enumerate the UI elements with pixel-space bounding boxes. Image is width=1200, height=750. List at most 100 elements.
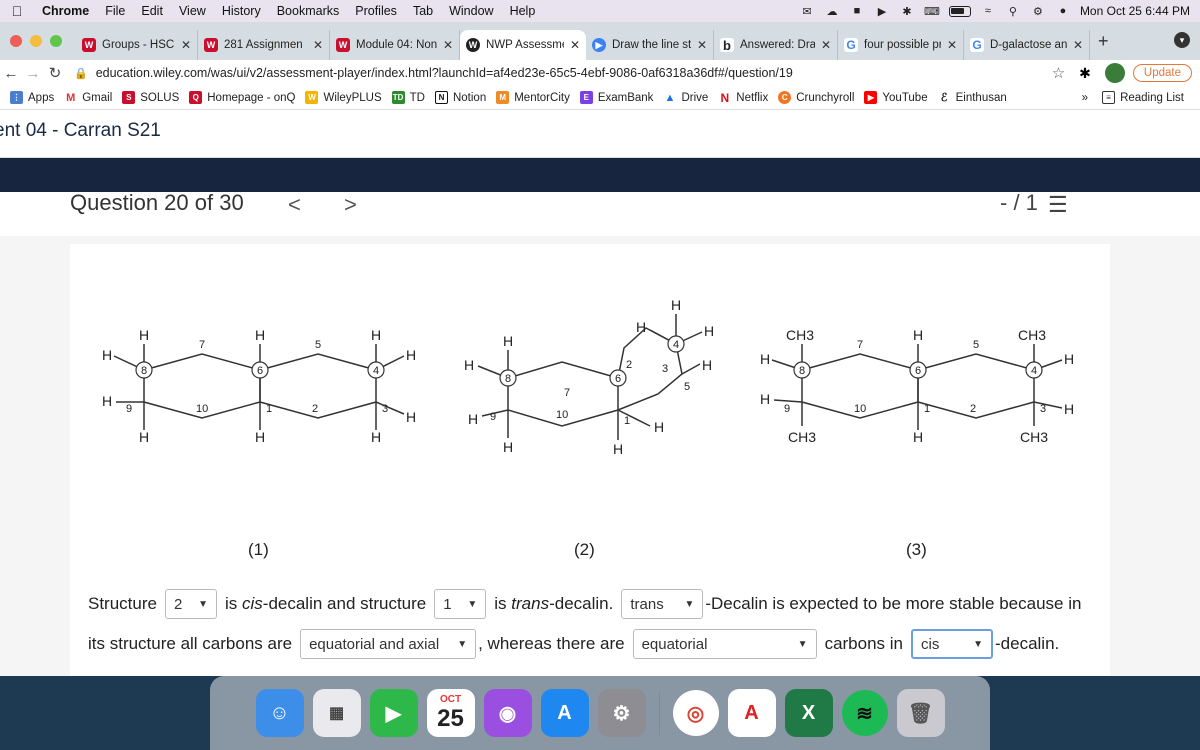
bookmark-mentorcity[interactable]: M MentorCity	[496, 91, 570, 104]
address-bar[interactable]: 🔒 education.wiley.com/was/ui/v2/assessme…	[74, 66, 1052, 80]
calendar-icon[interactable]: OCT 25	[426, 689, 475, 737]
launchpad-icon[interactable]: ▦	[312, 689, 361, 737]
spotlight-search-icon[interactable]: ⚲	[1005, 5, 1021, 18]
close-tab-icon[interactable]: ✕	[947, 38, 957, 52]
chrome-icon[interactable]: ◎	[672, 690, 719, 736]
tab-search-icon[interactable]: ▾	[1174, 32, 1190, 48]
close-tab-icon[interactable]: ✕	[570, 38, 580, 52]
control-center-icon[interactable]: ⚙	[1030, 5, 1046, 18]
bluetooth-icon[interactable]: ✱	[899, 5, 915, 18]
bookmark-einthusan[interactable]: ℰ Einthusan	[937, 91, 1007, 104]
chevron-down-icon: ▼	[797, 638, 808, 650]
close-window-button[interactable]	[10, 35, 22, 47]
tab-nwp-assessment[interactable]: W NWP Assessme ✕	[460, 30, 586, 60]
tab-module-04[interactable]: W Module 04: Non ✕	[330, 30, 460, 60]
bookmark-label: Homepage - onQ	[207, 91, 296, 104]
trash-icon[interactable]: 🗑	[896, 689, 945, 737]
bookmark-td[interactable]: TD TD	[391, 91, 425, 104]
bookmark-solus[interactable]: S SOLUS	[122, 91, 179, 104]
menu-edit[interactable]: Edit	[133, 4, 171, 18]
menu-tab[interactable]: Tab	[405, 4, 441, 18]
next-question-button[interactable]: >	[344, 192, 357, 218]
extensions-puzzle-icon[interactable]: ✱	[1079, 65, 1091, 82]
cloud-icon[interactable]: ☁	[824, 5, 840, 18]
zoom-window-button[interactable]	[50, 35, 62, 47]
h-label: H	[671, 297, 681, 313]
close-tab-icon[interactable]: ✕	[313, 38, 323, 52]
stable-carbon-position-select[interactable]: equatorial and axial ▼	[300, 629, 477, 659]
siri-icon[interactable]: ●	[1055, 5, 1071, 17]
battery-icon[interactable]	[948, 5, 971, 17]
bookmark-netflix[interactable]: N Netflix	[718, 91, 768, 105]
app-store-icon[interactable]: A	[540, 689, 589, 737]
forward-arrow-icon[interactable]: →	[22, 65, 44, 82]
close-tab-icon[interactable]: ✕	[821, 38, 831, 52]
bookmark-exambank[interactable]: E ExamBank	[579, 91, 653, 104]
bookmark-notion[interactable]: N Notion	[434, 91, 486, 104]
close-tab-icon[interactable]: ✕	[181, 38, 191, 52]
back-arrow-icon[interactable]: ←	[0, 65, 22, 82]
h-label: H	[468, 411, 478, 427]
bookmark-drive[interactable]: ▲ Drive	[663, 91, 708, 104]
reload-icon[interactable]: ↻	[44, 64, 66, 82]
question-card: H H H H H H H H H H 8 7 6 5 4 9 10 1 2 3…	[70, 244, 1110, 676]
close-tab-icon[interactable]: ✕	[1073, 38, 1083, 52]
bookmark-star-icon[interactable]: ☆	[1052, 64, 1065, 82]
new-tab-button[interactable]: +	[1098, 31, 1109, 52]
finder-icon[interactable]: ☺	[255, 689, 304, 737]
acrobat-icon[interactable]: A	[727, 689, 776, 737]
tab-groups-hsci[interactable]: W Groups - HSCI ✕	[76, 30, 198, 60]
wifi-icon[interactable]: ≈	[980, 5, 996, 17]
play-icon[interactable]: ▶	[874, 5, 890, 18]
keyboard-icon[interactable]: ⌨	[924, 5, 940, 18]
bookmark-crunchyroll[interactable]: C Crunchyroll	[778, 91, 854, 104]
excel-icon[interactable]: X	[784, 689, 833, 737]
more-stable-isomer-select[interactable]: trans ▼	[621, 589, 704, 619]
menu-window[interactable]: Window	[441, 4, 501, 18]
bookmark-wileyplus[interactable]: W WileyPLUS	[305, 91, 382, 104]
question-counter: Question 20 of 30	[70, 190, 244, 215]
profile-avatar[interactable]	[1104, 63, 1125, 83]
menubar-clock[interactable]: Mon Oct 25 6:44 PM	[1080, 4, 1190, 18]
bookmark-youtube[interactable]: ▶ YouTube	[864, 91, 928, 104]
reading-list-button[interactable]: ≡ Reading List	[1102, 91, 1184, 104]
apple-icon[interactable]: 	[0, 3, 34, 19]
bookmark-apps[interactable]: ⋮ Apps	[10, 91, 54, 104]
td-icon: TD	[391, 91, 405, 104]
previous-question-button[interactable]: <	[288, 192, 301, 218]
tab-draw-the-line[interactable]: ▶ Draw the line st ✕	[586, 30, 714, 60]
system-preferences-icon[interactable]: ⚙	[597, 689, 646, 737]
menu-profiles[interactable]: Profiles	[347, 4, 405, 18]
close-tab-icon[interactable]: ✕	[443, 38, 453, 52]
tab-four-possible[interactable]: G four possible pr ✕	[838, 30, 964, 60]
mail-icon[interactable]: ✉	[799, 5, 815, 18]
update-button[interactable]: Update	[1132, 64, 1192, 82]
tab-281-assignment[interactable]: W 281 Assignmen ✕	[198, 30, 330, 60]
tab-answered-draw[interactable]: b Answered: Draw ✕	[714, 30, 838, 60]
carbon-number: 10	[854, 403, 866, 415]
other-carbon-position-select[interactable]: equatorial ▼	[632, 629, 817, 659]
bookmark-onq[interactable]: Q Homepage - onQ	[189, 91, 295, 104]
extension-status-icon[interactable]: ■	[849, 5, 865, 17]
facetime-icon[interactable]: ▶	[369, 689, 418, 737]
bookmark-gmail[interactable]: M Gmail	[64, 91, 112, 104]
menu-help[interactable]: Help	[502, 4, 544, 18]
menu-bookmarks[interactable]: Bookmarks	[269, 4, 348, 18]
spotify-icon[interactable]: ≋	[841, 690, 888, 736]
less-stable-isomer-select[interactable]: cis ▼	[911, 629, 993, 659]
menu-file[interactable]: File	[97, 4, 133, 18]
tab-d-galactose[interactable]: G D-galactose an ✕	[964, 30, 1090, 60]
menu-app-name[interactable]: Chrome	[34, 4, 97, 18]
cis-structure-select[interactable]: 2 ▼	[164, 589, 217, 619]
close-tab-icon[interactable]: ✕	[697, 38, 707, 52]
menu-view[interactable]: View	[171, 4, 214, 18]
trans-structure-select[interactable]: 1 ▼	[434, 589, 487, 619]
minimize-window-button[interactable]	[30, 35, 42, 47]
bookmark-label: YouTube	[882, 91, 928, 104]
question-list-icon[interactable]: ☰	[1048, 192, 1068, 218]
menu-history[interactable]: History	[214, 4, 269, 18]
podcasts-icon[interactable]: ◉	[483, 689, 532, 737]
answer-text: , whereas there are	[478, 634, 625, 653]
h-label: H	[406, 347, 416, 363]
bookmarks-overflow-button[interactable]: »	[1082, 92, 1088, 104]
